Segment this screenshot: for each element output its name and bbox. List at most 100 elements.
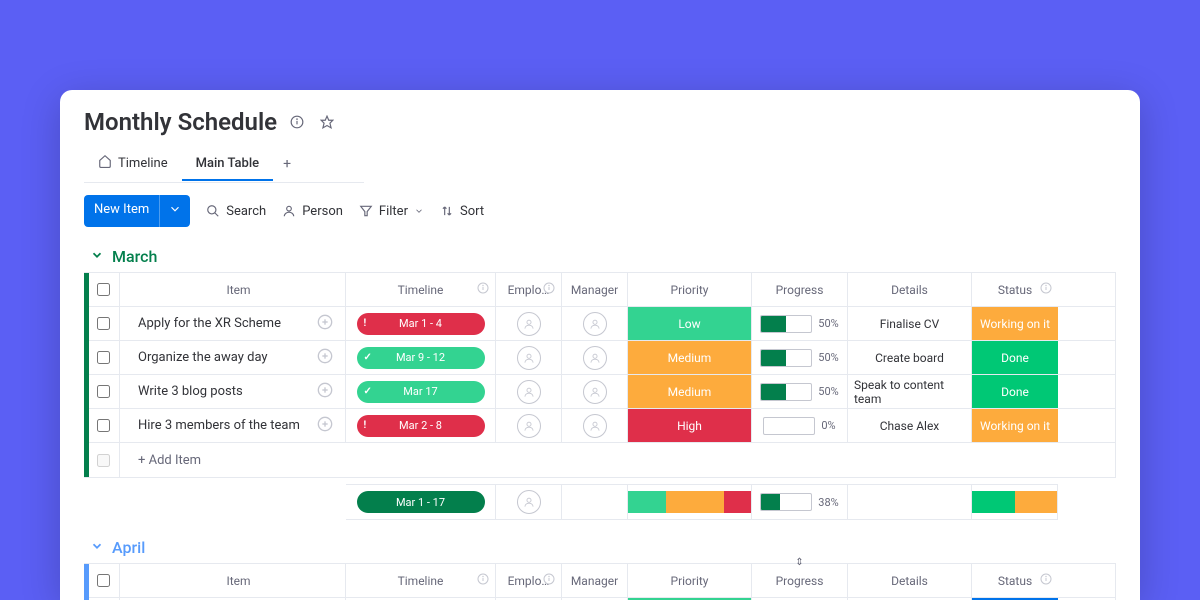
timeline-cell[interactable]: ✓Mar 17 xyxy=(346,375,496,408)
person-icon[interactable] xyxy=(583,414,607,438)
details-cell[interactable]: Finalise CV xyxy=(848,307,972,340)
col-item[interactable]: Item xyxy=(120,564,346,597)
status-cell[interactable]: Working on it xyxy=(972,409,1058,442)
manager-cell[interactable] xyxy=(562,375,628,408)
group-header[interactable]: April xyxy=(84,538,1116,557)
info-icon[interactable] xyxy=(1040,573,1052,588)
row-checkbox[interactable] xyxy=(84,307,120,340)
item-name-cell[interactable]: Apply for the XR Scheme xyxy=(120,307,346,340)
details-cell[interactable]: Speak to content team xyxy=(848,375,972,408)
chevron-down-icon[interactable] xyxy=(90,538,104,557)
add-subitem-icon[interactable] xyxy=(317,314,333,334)
group-table: Item Timeline Emplo… Manager Priority Pr… xyxy=(84,272,1116,478)
new-item-button[interactable]: New Item xyxy=(84,195,190,227)
priority-cell[interactable]: High xyxy=(628,409,752,442)
employee-cell[interactable] xyxy=(496,409,562,442)
progress-summary: 38% xyxy=(752,484,848,520)
progress-cell[interactable]: 50% xyxy=(752,341,848,374)
row-checkbox[interactable] xyxy=(84,409,120,442)
add-view-button[interactable]: + xyxy=(273,148,301,180)
info-icon[interactable] xyxy=(287,112,307,132)
priority-cell[interactable]: Medium xyxy=(628,375,752,408)
sort-button[interactable]: Sort xyxy=(440,204,484,219)
select-all-checkbox[interactable] xyxy=(84,273,120,306)
row-checkbox[interactable] xyxy=(84,341,120,374)
col-progress[interactable]: Progress xyxy=(752,273,848,306)
col-employee[interactable]: Emplo… xyxy=(496,564,562,597)
col-timeline[interactable]: Timeline xyxy=(346,564,496,597)
new-item-label[interactable]: New Item xyxy=(84,195,159,227)
table-row[interactable]: Organize the away day ✓Mar 9 - 12 Medium… xyxy=(84,341,1115,375)
col-item[interactable]: Item xyxy=(120,273,346,306)
add-subitem-icon[interactable] xyxy=(317,348,333,368)
info-icon[interactable] xyxy=(1040,282,1052,297)
col-details[interactable]: Details xyxy=(848,273,972,306)
row-checkbox[interactable] xyxy=(84,375,120,408)
select-all-checkbox[interactable] xyxy=(84,564,120,597)
chevron-down-icon[interactable] xyxy=(159,195,190,227)
tab-timeline[interactable]: Timeline xyxy=(84,146,182,182)
info-icon[interactable] xyxy=(477,573,489,588)
manager-cell[interactable] xyxy=(562,307,628,340)
info-icon[interactable] xyxy=(543,573,555,588)
info-icon[interactable] xyxy=(477,282,489,297)
progress-cell[interactable]: 50% xyxy=(752,307,848,340)
chevron-down-icon[interactable] xyxy=(90,247,104,266)
progress-cell[interactable]: 0% xyxy=(752,409,848,442)
employee-summary xyxy=(496,484,562,520)
details-cell[interactable]: Chase Alex xyxy=(848,409,972,442)
manager-cell[interactable] xyxy=(562,409,628,442)
table-row[interactable]: Apply for the XR Scheme !Mar 1 - 4 Low 5… xyxy=(84,307,1115,341)
item-name-cell[interactable]: Write 3 blog posts xyxy=(120,375,346,408)
col-timeline[interactable]: Timeline xyxy=(346,273,496,306)
status-cell[interactable]: Working on it xyxy=(972,307,1058,340)
priority-cell[interactable]: Medium xyxy=(628,341,752,374)
person-icon[interactable] xyxy=(517,312,541,336)
add-subitem-icon[interactable] xyxy=(317,416,333,436)
col-status[interactable]: Status xyxy=(972,273,1058,306)
item-name-cell[interactable]: Hire 3 members of the team xyxy=(120,409,346,442)
progress-cell[interactable]: 50% xyxy=(752,375,848,408)
person-icon[interactable] xyxy=(517,490,541,514)
column-header-row: Item Timeline Emplo… Manager Priority ⇕P… xyxy=(84,564,1115,598)
priority-cell[interactable]: Low xyxy=(628,307,752,340)
search-button[interactable]: Search xyxy=(206,204,266,219)
manager-cell[interactable] xyxy=(562,341,628,374)
col-manager[interactable]: Manager xyxy=(562,564,628,597)
timeline-cell[interactable]: ✓Mar 9 - 12 xyxy=(346,341,496,374)
table-row[interactable]: Write 3 blog posts ✓Mar 17 Medium 50% Sp… xyxy=(84,375,1115,409)
add-subitem-icon[interactable] xyxy=(317,382,333,402)
employee-cell[interactable] xyxy=(496,375,562,408)
person-icon[interactable] xyxy=(583,380,607,404)
col-employee[interactable]: Emplo… xyxy=(496,273,562,306)
person-icon[interactable] xyxy=(583,312,607,336)
col-status[interactable]: Status xyxy=(972,564,1058,597)
group-header[interactable]: March xyxy=(84,247,1116,266)
star-icon[interactable] xyxy=(317,112,337,132)
details-cell[interactable]: Create board xyxy=(848,341,972,374)
status-cell[interactable]: Done xyxy=(972,341,1058,374)
col-priority[interactable]: Priority xyxy=(628,273,752,306)
table-row[interactable]: Hire 3 members of the team !Mar 2 - 8 Hi… xyxy=(84,409,1115,443)
timeline-cell[interactable]: !Mar 2 - 8 xyxy=(346,409,496,442)
employee-cell[interactable] xyxy=(496,307,562,340)
person-icon[interactable] xyxy=(583,346,607,370)
add-item-row[interactable]: + Add Item xyxy=(84,443,1115,477)
col-manager[interactable]: Manager xyxy=(562,273,628,306)
col-progress[interactable]: ⇕Progress xyxy=(752,564,848,597)
drag-handle-icon[interactable]: ⇕ xyxy=(795,557,803,568)
person-icon[interactable] xyxy=(517,346,541,370)
tab-main-table[interactable]: Main Table xyxy=(182,148,274,181)
person-icon[interactable] xyxy=(517,380,541,404)
person-filter-button[interactable]: Person xyxy=(282,204,343,219)
item-name-cell[interactable]: Organize the away day xyxy=(120,341,346,374)
info-icon[interactable] xyxy=(543,282,555,297)
employee-cell[interactable] xyxy=(496,341,562,374)
board-card: Monthly Schedule Timeline Main Table + N… xyxy=(60,90,1140,600)
filter-button[interactable]: Filter xyxy=(359,204,424,219)
status-cell[interactable]: Done xyxy=(972,375,1058,408)
person-icon[interactable] xyxy=(517,414,541,438)
col-details[interactable]: Details xyxy=(848,564,972,597)
timeline-cell[interactable]: !Mar 1 - 4 xyxy=(346,307,496,340)
col-priority[interactable]: Priority xyxy=(628,564,752,597)
